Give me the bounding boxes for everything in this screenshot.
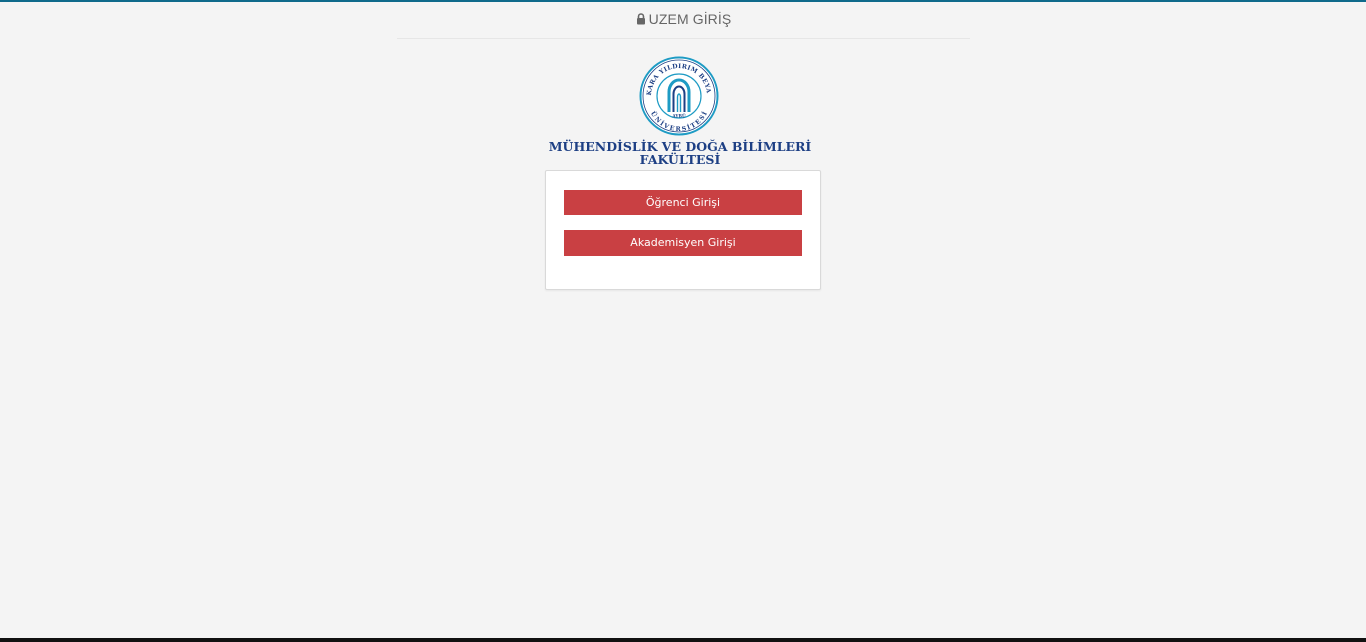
faculty-name-line2: FAKÜLTESİ (639, 152, 721, 167)
bottom-bar (0, 638, 1366, 642)
university-logo: ANKARA YILDIRIM BEYAZIT ÜNİVERSİTESİ AYB… (635, 51, 719, 136)
student-login-button[interactable]: Öğrenci Girişi (564, 190, 802, 215)
academic-login-button[interactable]: Akademisyen Girişi (564, 230, 802, 256)
page-title: UZEM GİRİŞ (636, 11, 732, 27)
page-title-text: UZEM GİRİŞ (648, 11, 732, 27)
page-header: UZEM GİRİŞ (397, 2, 970, 39)
login-panel: Öğrenci Girişi Akademisyen Girişi (545, 170, 821, 290)
university-seal-icon: ANKARA YILDIRIM BEYAZIT ÜNİVERSİTESİ AYB… (635, 51, 719, 136)
seal-center-text: AYBÜ (671, 114, 686, 119)
faculty-name: MÜHENDİSLİK VE DOĞA BİLİMLERİ FAKÜLTESİ (520, 140, 840, 166)
lock-icon (636, 13, 645, 25)
